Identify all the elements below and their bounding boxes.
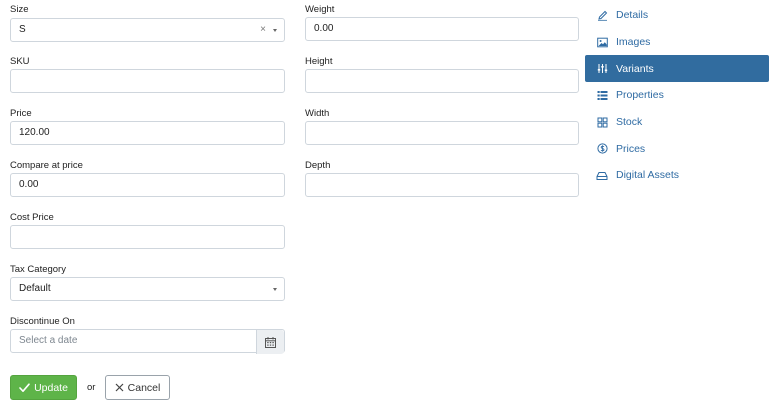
check-icon <box>19 382 30 392</box>
compare-at-price-value: 0.00 <box>19 179 39 190</box>
sidebar-nav: Details Images Variants Properties Stock… <box>585 2 769 189</box>
sku-field: SKU <box>10 56 285 96</box>
price-input[interactable]: 120.00 <box>10 121 285 145</box>
sidebar-item-stock[interactable]: Stock <box>585 109 769 136</box>
price-value: 120.00 <box>19 127 50 138</box>
depth-label: Depth <box>305 160 331 171</box>
weight-input[interactable]: 0.00 <box>305 17 579 41</box>
cost-price-label: Cost Price <box>10 212 54 223</box>
discontinue-on-field: Discontinue On Select a date <box>10 316 285 356</box>
sidebar-item-label: Details <box>616 9 649 22</box>
sidebar-item-label: Stock <box>616 116 643 129</box>
height-input[interactable] <box>305 69 579 93</box>
width-input[interactable] <box>305 121 579 145</box>
size-label: Size <box>10 4 29 15</box>
size-field: Size S × <box>10 4 285 44</box>
height-field: Height <box>305 56 579 96</box>
depth-input[interactable] <box>305 173 579 197</box>
sidebar-item-details[interactable]: Details <box>585 2 769 29</box>
width-label: Width <box>305 108 330 119</box>
compare-at-price-input[interactable]: 0.00 <box>10 173 285 197</box>
chevron-down-icon[interactable] <box>273 29 277 32</box>
sidebar-item-digital-assets[interactable]: Digital Assets <box>585 162 769 189</box>
sidebar-item-label: Variants <box>616 62 654 75</box>
sidebar-item-images[interactable]: Images <box>585 29 769 56</box>
compare-at-price-field: Compare at price 0.00 <box>10 160 285 200</box>
or-text: or <box>87 382 96 393</box>
sliders-icon <box>596 63 608 75</box>
sku-input[interactable] <box>10 69 285 93</box>
height-label: Height <box>305 56 333 67</box>
grid-icon <box>596 116 608 128</box>
sidebar-item-label: Digital Assets <box>616 169 680 182</box>
calendar-icon <box>265 336 276 348</box>
price-label: Price <box>10 108 32 119</box>
size-select[interactable]: S × <box>10 18 285 42</box>
pencil-icon <box>596 9 608 21</box>
depth-field: Depth <box>305 160 579 200</box>
chevron-down-icon[interactable] <box>273 288 277 291</box>
width-field: Width <box>305 108 579 148</box>
sidebar-item-variants[interactable]: Variants <box>585 55 769 83</box>
compare-at-price-label: Compare at price <box>10 160 83 171</box>
discontinue-on-input[interactable]: Select a date <box>10 329 285 354</box>
price-field: Price 120.00 <box>10 108 285 148</box>
sidebar-item-label: Prices <box>616 142 646 155</box>
cancel-button[interactable]: Cancel <box>105 375 170 400</box>
calendar-button[interactable] <box>256 330 284 354</box>
size-value: S <box>19 24 26 35</box>
tax-category-label: Tax Category <box>10 264 66 275</box>
image-icon <box>596 36 608 48</box>
variant-edit-page: Size S × SKU Price 120.00 Compare at pri… <box>0 0 769 408</box>
sidebar-item-label: Images <box>616 36 651 49</box>
discontinue-on-label: Discontinue On <box>10 316 75 327</box>
tax-category-field: Tax Category Default <box>10 264 285 304</box>
weight-value: 0.00 <box>314 23 334 34</box>
clear-icon[interactable]: × <box>260 19 266 41</box>
list-icon <box>596 89 608 101</box>
discontinue-on-placeholder: Select a date <box>19 335 78 346</box>
update-button[interactable]: Update <box>10 375 77 400</box>
hdd-icon <box>596 169 608 181</box>
close-icon <box>115 383 124 392</box>
sidebar-item-properties[interactable]: Properties <box>585 82 769 109</box>
cost-price-field: Cost Price <box>10 212 285 252</box>
sidebar-item-prices[interactable]: Prices <box>585 135 769 162</box>
cancel-label: Cancel <box>127 381 161 394</box>
tax-category-value: Default <box>19 283 51 294</box>
cost-price-input[interactable] <box>10 225 285 249</box>
weight-label: Weight <box>305 4 335 15</box>
tax-category-select[interactable]: Default <box>10 277 285 301</box>
sku-label: SKU <box>10 56 30 67</box>
update-label: Update <box>34 381 68 394</box>
weight-field: Weight 0.00 <box>305 4 579 44</box>
sidebar-item-label: Properties <box>616 89 664 102</box>
dollar-icon <box>596 143 608 155</box>
